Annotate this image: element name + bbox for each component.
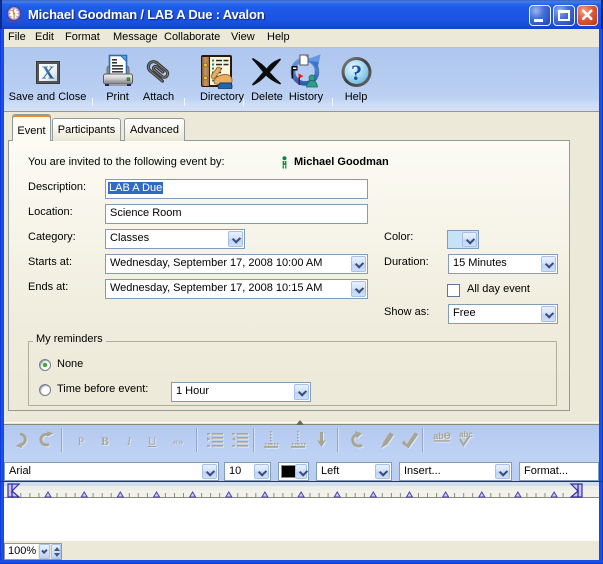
- svg-text:P: P: [78, 436, 84, 448]
- svg-text:U: U: [148, 436, 157, 448]
- svg-text:X: X: [42, 63, 55, 83]
- svg-text:«»: «»: [173, 436, 184, 448]
- svg-text:?: ?: [351, 60, 362, 85]
- svg-text:abƟ: abƟ: [433, 431, 451, 441]
- svg-text:B: B: [101, 436, 109, 448]
- svg-text:abc: abc: [459, 430, 473, 439]
